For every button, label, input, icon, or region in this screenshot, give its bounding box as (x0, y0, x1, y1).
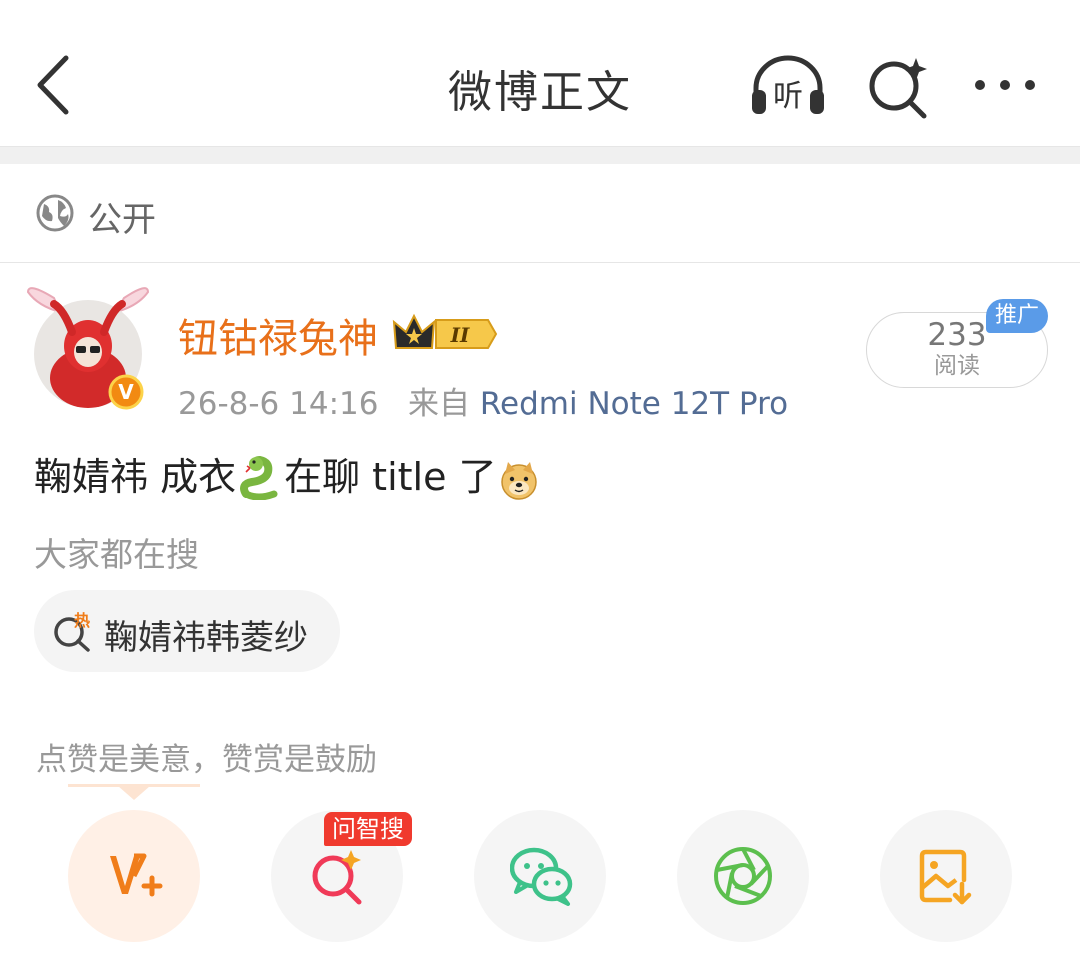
author-name[interactable]: 钮钴禄兔神 (178, 306, 378, 364)
svg-text:V: V (118, 380, 134, 404)
ai-search-icon (312, 850, 362, 905)
source-prefix: 来自 (408, 386, 471, 422)
doge-emoji (499, 460, 539, 509)
wechat-icon (510, 847, 573, 906)
verified-v-badge: V (108, 374, 144, 410)
more-button[interactable] (970, 70, 1040, 100)
post-meta: 26-8-6 14:16 来自 Redmi Note 12T Pro (178, 378, 788, 423)
content-text-2: 在聊 title 了 (284, 455, 497, 499)
hot-search-chip-label: 鞠婧祎韩菱纱 (104, 618, 308, 658)
headphones-icon: 听 (752, 55, 824, 114)
visibility-label: 公开 (88, 200, 156, 240)
hot-search-icon: 热 (54, 611, 90, 652)
visibility-row (0, 164, 1080, 263)
post-content: 鞠婧祎 成衣 在聊 title 了 (34, 446, 541, 509)
ai-search-button[interactable] (866, 54, 932, 120)
wechat-share-button[interactable] (474, 810, 606, 942)
content-text-1: 鞠婧祎 成衣 (34, 455, 237, 499)
promo-badge[interactable]: 推广 (986, 299, 1048, 333)
ai-search-icon (869, 58, 927, 119)
device-link[interactable]: Redmi Note 12T Pro (480, 386, 788, 422)
vip-level: II (450, 323, 470, 347)
listen-label: 听 (773, 79, 803, 114)
section-divider (0, 147, 1080, 164)
globe-icon (36, 194, 74, 232)
reward-icon (110, 853, 163, 897)
ask-ai-badge: 问智搜 (324, 812, 412, 846)
avatar[interactable]: V (24, 282, 154, 412)
encourage-text: 点赞是美意，赞赏是鼓励 (36, 742, 377, 778)
save-image-icon (919, 849, 972, 905)
snake-emoji (238, 454, 282, 509)
post-timestamp: 26-8-6 14:16 (178, 386, 379, 422)
read-label: 阅读 (934, 353, 980, 379)
reward-button[interactable] (68, 810, 200, 942)
save-image-button[interactable] (880, 810, 1012, 942)
hot-search-chip[interactable]: 热 鞠婧祎韩菱纱 (34, 590, 340, 672)
hot-mark: 热 (74, 611, 90, 630)
moments-icon (714, 847, 772, 905)
listen-button[interactable]: 听 (750, 54, 826, 118)
hot-search-title: 大家都在搜 (34, 535, 199, 574)
more-dots-icon (975, 80, 1035, 90)
vip-crown-badge: II (392, 313, 498, 349)
moments-share-button[interactable] (677, 810, 809, 942)
top-navigation-bar: 微博正文 听 (0, 0, 1080, 147)
tooltip-pointer-arrow (118, 786, 150, 800)
